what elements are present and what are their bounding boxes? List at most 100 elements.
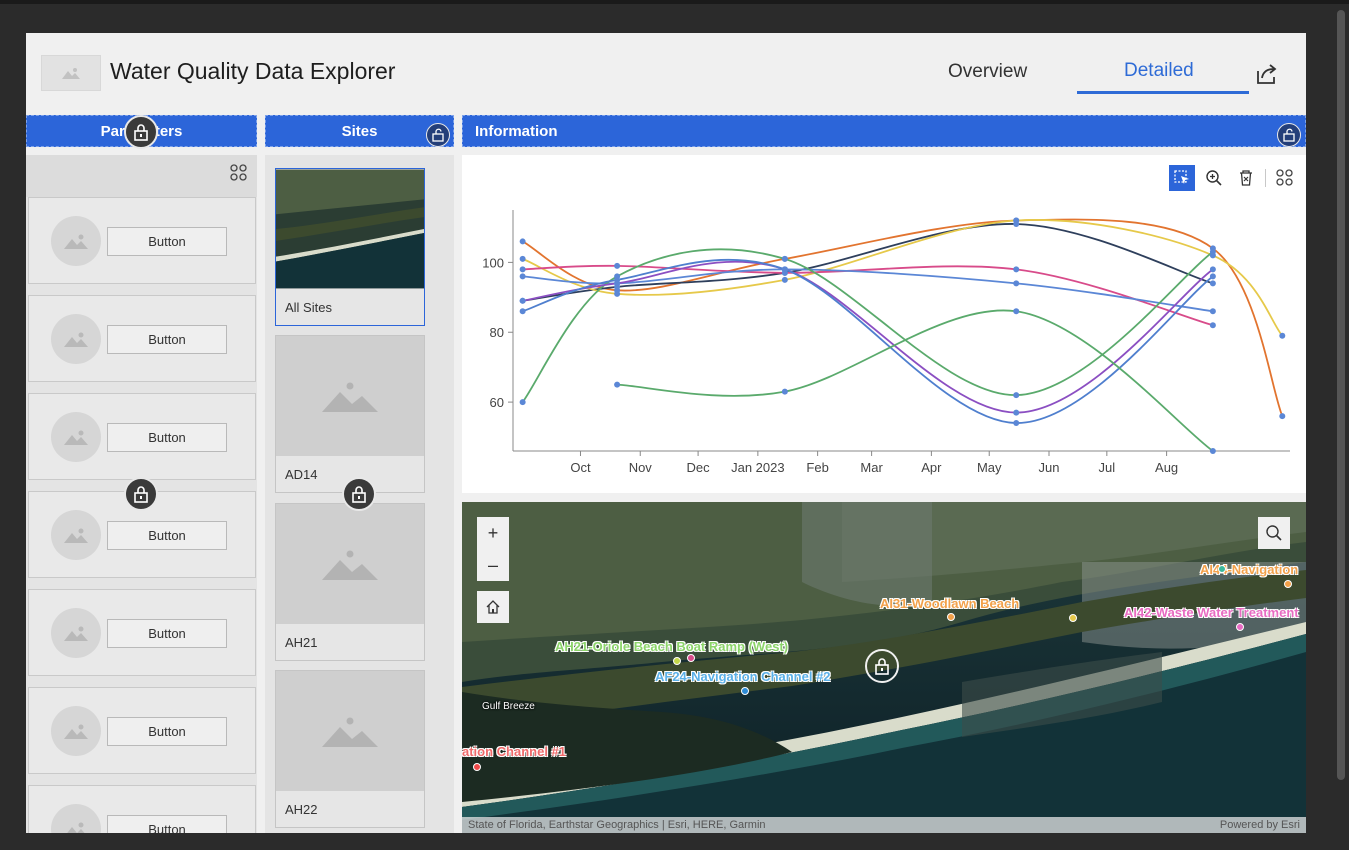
map-label-af24: AF24-Navigation Channel #2 [655, 669, 831, 684]
map-attribution: State of Florida, Earthstar Geographics … [462, 817, 1306, 833]
lock-icon[interactable] [124, 477, 158, 511]
data-point [1279, 413, 1286, 420]
share-icon [1257, 64, 1277, 84]
x-tick-label: Dec [687, 460, 711, 475]
data-point [781, 255, 788, 262]
lock-icon[interactable] [865, 649, 899, 683]
x-tick-label: Mar [860, 460, 883, 475]
grid-icon[interactable] [229, 163, 249, 183]
map-search-button[interactable] [1258, 517, 1290, 549]
data-point [1209, 266, 1216, 273]
parameter-button[interactable]: Button [107, 423, 227, 452]
search-icon [1266, 525, 1282, 541]
x-tick-label: Feb [806, 460, 828, 475]
site-card[interactable]: AD14 [275, 335, 425, 493]
parameter-button[interactable]: Button [107, 619, 227, 648]
chart-panel: 60 80 100 Oct Nov Dec Jan 2023 Feb Mar Apr May Jun J… [462, 155, 1306, 493]
site-thumbnail-map [276, 169, 424, 289]
image-placeholder-icon [51, 706, 101, 756]
data-point [1209, 248, 1216, 255]
site-marker[interactable] [1284, 580, 1292, 588]
x-tick-label: Oct [570, 460, 591, 475]
data-point [1013, 280, 1020, 287]
data-point [519, 399, 526, 406]
series-line [522, 260, 1214, 414]
site-marker[interactable] [947, 613, 955, 621]
y-tick-label: 60 [490, 395, 504, 410]
site-marker[interactable] [673, 657, 681, 665]
parameter-button[interactable]: Button [107, 815, 227, 833]
parameter-card[interactable]: Button [28, 785, 256, 833]
parameter-button[interactable]: Button [107, 521, 227, 550]
x-tick-label: May [977, 460, 1002, 475]
site-card[interactable]: All Sites [275, 168, 425, 326]
y-tick-label: 100 [482, 255, 504, 270]
site-marker[interactable] [687, 654, 695, 662]
site-card[interactable]: AH22 [275, 670, 425, 828]
logo-placeholder [41, 55, 101, 91]
data-point [1013, 409, 1020, 416]
app-header: Water Quality Data Explorer Overview Det… [26, 33, 1306, 113]
zoom-out-button[interactable]: – [477, 549, 509, 581]
parameter-card[interactable]: Button [28, 197, 256, 284]
home-icon [486, 600, 500, 614]
data-point [1209, 280, 1216, 287]
data-point [1279, 332, 1286, 339]
image-placeholder-icon [51, 608, 101, 658]
data-point [519, 308, 526, 315]
site-marker[interactable] [1218, 565, 1226, 573]
vertical-scrollbar[interactable] [1337, 10, 1345, 780]
parameter-card[interactable]: Button [28, 295, 256, 382]
map-label-ai42: AI42-Waste Water Treatment [1124, 605, 1299, 620]
parameter-card[interactable]: Button [28, 589, 256, 676]
y-tick-label: 80 [490, 325, 504, 340]
attribution-text: State of Florida, Earthstar Geographics … [468, 819, 766, 831]
lock-icon[interactable] [124, 115, 158, 149]
image-placeholder-icon [276, 504, 424, 624]
parameter-card[interactable]: Button [28, 687, 256, 774]
app-container: Water Quality Data Explorer Overview Det… [26, 33, 1306, 833]
series-line [617, 309, 1214, 452]
share-button[interactable] [1254, 61, 1280, 87]
parameter-card[interactable]: Button [28, 393, 256, 480]
parameters-toolbar [26, 155, 257, 197]
tab-detailed[interactable]: Detailed [1124, 60, 1194, 82]
lock-icon[interactable] [342, 477, 376, 511]
powered-by-text[interactable]: Powered by Esri [1220, 819, 1300, 831]
x-tick-label: Apr [921, 460, 942, 475]
data-point [614, 276, 621, 283]
line-chart[interactable]: 60 80 100 Oct Nov Dec Jan 2023 Feb Mar Apr May Jun J… [462, 155, 1306, 493]
site-marker[interactable] [1236, 623, 1244, 631]
map-label-channel-1: ation Channel #1 [462, 744, 567, 759]
parameter-button[interactable]: Button [107, 717, 227, 746]
data-point [1209, 308, 1216, 315]
window-frame: Water Quality Data Explorer Overview Det… [0, 0, 1349, 850]
site-marker[interactable] [741, 687, 749, 695]
tab-overview[interactable]: Overview [948, 61, 1027, 83]
unlock-icon[interactable] [426, 123, 450, 147]
data-point [1013, 217, 1020, 224]
map-label-ah21: AH21-Oriole Beach Boat Ramp (West) [555, 639, 789, 654]
data-point [781, 266, 788, 273]
data-point [519, 238, 526, 245]
data-point [1013, 266, 1020, 273]
site-card[interactable]: AH21 [275, 503, 425, 661]
active-tab-indicator [1077, 91, 1249, 94]
site-marker[interactable] [473, 763, 481, 771]
data-point [614, 290, 621, 297]
information-title: Information [475, 122, 558, 140]
site-marker[interactable] [1069, 614, 1077, 622]
data-point [519, 266, 526, 273]
unlock-icon[interactable] [1277, 123, 1301, 147]
x-tick-label: Jun [1039, 460, 1060, 475]
home-button[interactable] [477, 591, 509, 623]
data-point [1209, 322, 1216, 329]
x-tick-label: Jul [1099, 460, 1116, 475]
zoom-in-button[interactable]: + [477, 517, 509, 549]
window-top-edge [0, 0, 1349, 4]
map-panel[interactable]: + – AI44-Navigation AI31-Woodlawn Beach … [462, 502, 1306, 833]
data-point [519, 297, 526, 304]
parameter-button[interactable]: Button [107, 227, 227, 256]
x-tick-label: Jan 2023 [731, 460, 785, 475]
parameter-button[interactable]: Button [107, 325, 227, 354]
